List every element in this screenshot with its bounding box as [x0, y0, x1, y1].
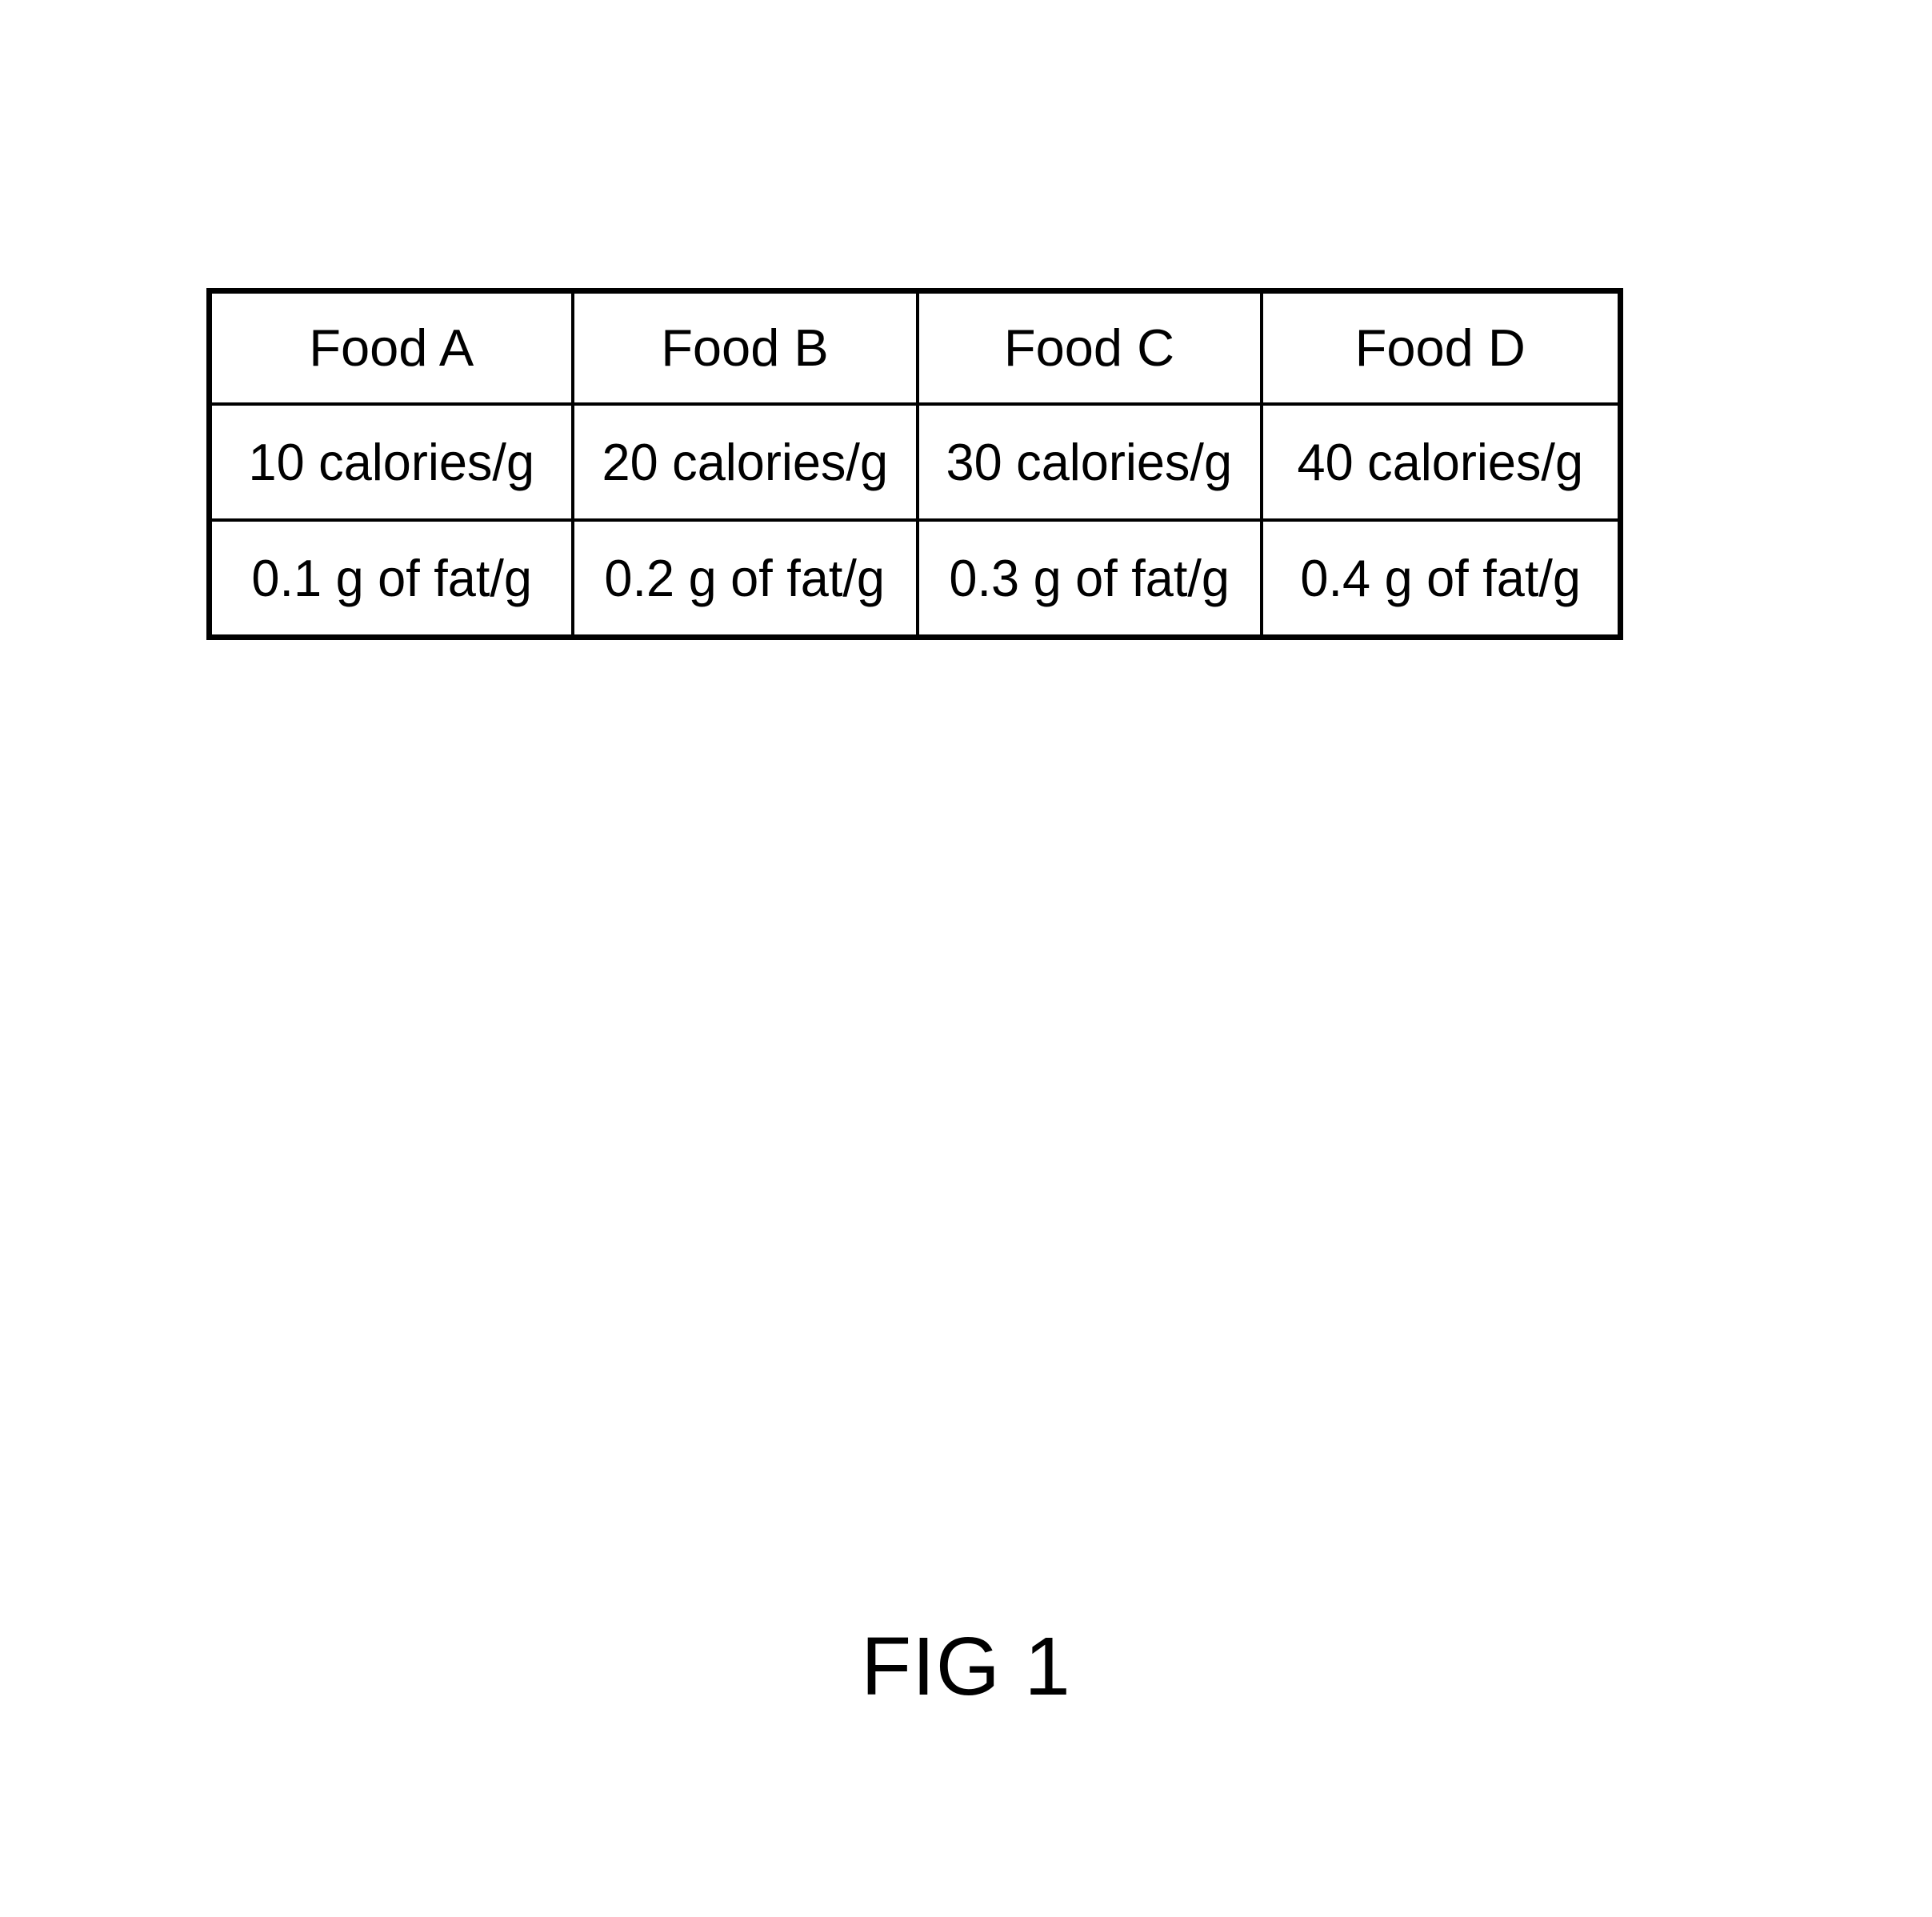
cell-text: 0.2 g of fat/g: [604, 549, 886, 607]
table-cell-food-b-calories: 20 calories/g: [570, 402, 919, 522]
table-cell-food-d-fat: 0.4 g of fat/g: [1259, 518, 1622, 639]
table-cell-food-a-fat: 0.1 g of fat/g: [207, 518, 574, 639]
cell-text: Food B: [661, 318, 829, 377]
cell-text: 0.1 g of fat/g: [250, 549, 532, 607]
food-nutrition-table: Food A Food B Food C Food D 10 calories/…: [206, 288, 1623, 640]
cell-text: 30 calories/g: [946, 433, 1233, 491]
figure-caption: FIG 1: [861, 1620, 1071, 1712]
table-cell-food-c-calories: 30 calories/g: [915, 402, 1263, 522]
cell-text: 40 calories/g: [1297, 433, 1583, 491]
cell-text: Food D: [1354, 318, 1526, 377]
cell-text: Food A: [309, 318, 474, 377]
table-cell-food-b-name: Food B: [570, 289, 919, 406]
table-cell-food-d-name: Food D: [1259, 289, 1622, 406]
cell-text: Food C: [1003, 318, 1175, 377]
cell-text: 0.3 g of fat/g: [949, 549, 1230, 607]
table-cell-food-d-calories: 40 calories/g: [1259, 402, 1622, 522]
table-row-calories: 10 calories/g 20 calories/g 30 calories/…: [207, 402, 1622, 522]
table-cell-food-b-fat: 0.2 g of fat/g: [570, 518, 919, 639]
figure-page: Food A Food B Food C Food D 10 calories/…: [0, 0, 1932, 1917]
table-cell-food-c-fat: 0.3 g of fat/g: [915, 518, 1263, 639]
table-row-food-names: Food A Food B Food C Food D: [207, 289, 1622, 406]
table-cell-food-a-calories: 10 calories/g: [207, 402, 574, 522]
cell-text: 0.4 g of fat/g: [1299, 549, 1581, 607]
cell-text: 20 calories/g: [602, 433, 888, 491]
cell-text: 10 calories/g: [248, 433, 534, 491]
table-cell-food-c-name: Food C: [915, 289, 1263, 406]
table-cell-food-a-name: Food A: [207, 289, 574, 406]
table-row-fat: 0.1 g of fat/g 0.2 g of fat/g 0.3 g of f…: [207, 518, 1622, 639]
